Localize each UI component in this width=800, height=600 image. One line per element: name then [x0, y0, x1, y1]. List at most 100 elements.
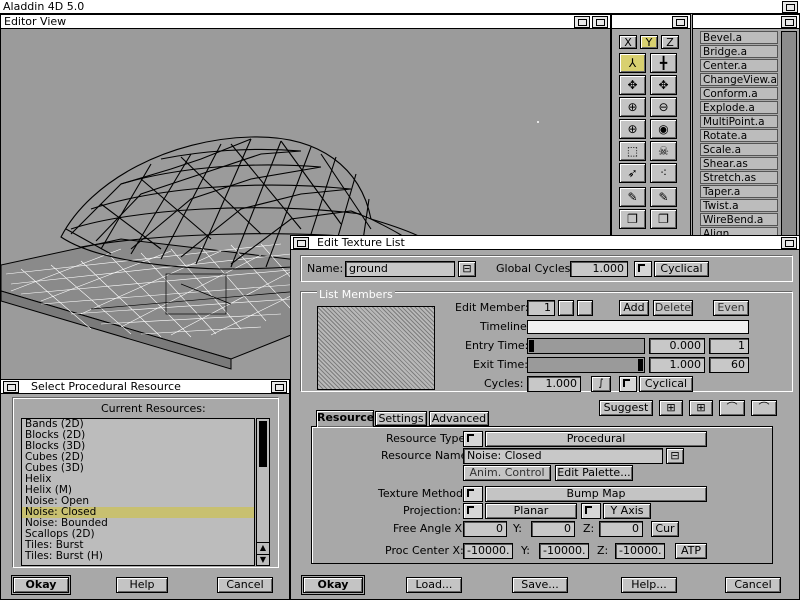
tool-palette-close-icon[interactable] — [672, 15, 688, 28]
procedural-okay-button[interactable]: Okay — [11, 575, 71, 595]
texture-close-icon[interactable] — [781, 236, 797, 249]
cur-button[interactable]: Cur — [651, 521, 679, 537]
texture-okay-button[interactable]: Okay — [301, 575, 365, 595]
modifier-list-close-icon[interactable] — [781, 15, 797, 28]
align-left-icon[interactable]: ⊞ — [659, 400, 683, 416]
modifier-item[interactable]: Stretch.as — [700, 171, 778, 184]
modifier-item[interactable]: Shear.as — [700, 157, 778, 170]
move-all-icon[interactable]: ✥ — [650, 75, 677, 95]
global-cycles-field[interactable]: 1.000 — [570, 261, 628, 277]
zoom-out-icon[interactable]: ⊖ — [650, 97, 677, 117]
edit-member-field[interactable]: 1 — [527, 300, 555, 316]
proc-center-x-field[interactable]: -10000. — [463, 543, 513, 559]
name-folder-icon[interactable]: ⊟ — [458, 261, 476, 277]
member-prev-button[interactable] — [558, 300, 574, 316]
procedural-menu-icon[interactable] — [3, 380, 19, 393]
pen-alt-icon[interactable]: ✎ — [650, 187, 677, 207]
modifier-item[interactable]: WireBend.a — [700, 213, 778, 226]
resource-type-select[interactable]: Procedural — [485, 431, 707, 447]
curve-icon[interactable]: ∫ — [591, 376, 611, 392]
delete-tool-icon[interactable]: ☠ — [650, 141, 677, 161]
tab-settings[interactable]: Settings — [375, 411, 427, 426]
modifier-item[interactable]: Explode.a — [700, 101, 778, 114]
rotate-right-icon[interactable]: ⌒ — [751, 400, 777, 416]
texture-load-button[interactable]: Load... — [406, 577, 462, 593]
resource-type-cycle-icon[interactable] — [463, 431, 483, 447]
pen-icon[interactable]: ✎ — [619, 187, 646, 207]
modifier-item[interactable]: Bridge.a — [700, 45, 778, 58]
resource-name-field[interactable]: Noise: Closed — [463, 448, 663, 464]
free-angle-y-field[interactable]: 0 — [531, 521, 575, 537]
timeline-bar[interactable] — [527, 320, 749, 334]
procedural-help-button[interactable]: Help — [116, 577, 168, 593]
eye-icon[interactable]: ◉ — [650, 119, 677, 139]
modifier-item[interactable]: MultiPoint.a — [700, 115, 778, 128]
proc-center-z-field[interactable]: -10000. — [615, 543, 665, 559]
even-button[interactable]: Even — [713, 300, 749, 316]
scroll-up-icon[interactable]: ▲ — [257, 542, 269, 553]
modifier-item[interactable]: Scale.a — [700, 143, 778, 156]
resource-list-scrollbar[interactable]: ▲ ▼ — [256, 418, 270, 566]
zoom-fit-icon[interactable]: ⊕ — [619, 119, 646, 139]
axis-tool-icon[interactable]: ⅄ — [619, 53, 646, 73]
texture-save-button[interactable]: Save... — [512, 577, 568, 593]
modifier-item[interactable]: Twist.a — [700, 199, 778, 212]
crosshair-icon[interactable]: ╋ — [650, 53, 677, 73]
exit-time-slider[interactable] — [527, 357, 645, 373]
texture-method-cycle-icon[interactable] — [463, 486, 483, 502]
cyclical-cycle-icon[interactable] — [634, 261, 652, 277]
align-right-icon[interactable]: ⊞ — [689, 400, 713, 416]
editor-resize-icon[interactable] — [574, 15, 590, 28]
modifier-item[interactable]: ChangeView.a — [700, 73, 778, 86]
scroll-down-icon[interactable]: ▼ — [257, 554, 269, 565]
texture-help-button[interactable]: Help... — [621, 577, 677, 593]
axis-y-button[interactable]: Y — [640, 35, 658, 49]
texture-cancel-button[interactable]: Cancel — [725, 577, 781, 593]
axis-z-button[interactable]: Z — [661, 35, 679, 49]
resource-list[interactable]: Bands (2D) Blocks (2D) Blocks (3D) Cubes (2… — [21, 418, 255, 566]
zoom-in-icon[interactable]: ⊕ — [619, 97, 646, 117]
select-box-icon[interactable]: ⬚ — [619, 141, 646, 161]
axis-x-button[interactable]: X — [619, 35, 637, 49]
edit-palette-button[interactable]: Edit Palette... — [555, 465, 633, 481]
modifier-item[interactable]: Conform.a — [700, 87, 778, 100]
move-icon[interactable]: ✥ — [619, 75, 646, 95]
axis-cycle-icon[interactable] — [581, 503, 601, 519]
entry-time-field[interactable]: 0.000 — [649, 338, 705, 354]
cycles-mode-select[interactable]: Cyclical — [639, 376, 693, 392]
member-next-button[interactable] — [577, 300, 593, 316]
modifier-item[interactable]: Rotate.a — [700, 129, 778, 142]
tab-advanced[interactable]: Advanced — [429, 411, 489, 426]
app-window-icon[interactable] — [782, 0, 798, 13]
cycles-cycle-icon[interactable] — [619, 376, 637, 392]
projection-axis-select[interactable]: Y Axis — [603, 503, 651, 519]
modifier-item[interactable]: Bevel.a — [700, 31, 778, 44]
atp-button[interactable]: ATP — [675, 543, 707, 559]
free-angle-z-field[interactable]: 0 — [599, 521, 643, 537]
resource-list-item[interactable]: Cubes (3D) — [22, 463, 254, 474]
cycles-field[interactable]: 1.000 — [527, 376, 581, 392]
rotate-left-icon[interactable]: ⌒ — [719, 400, 745, 416]
delete-member-button[interactable]: Delete — [653, 300, 693, 316]
modifier-item[interactable]: Center.a — [700, 59, 778, 72]
exit-frame-field[interactable]: 60 — [709, 357, 749, 373]
exit-time-field[interactable]: 1.000 — [649, 357, 705, 373]
name-field[interactable]: ground — [345, 261, 455, 277]
copy-alt-icon[interactable]: ❐ — [650, 209, 677, 229]
projection-select[interactable]: Planar — [485, 503, 577, 519]
free-angle-x-field[interactable]: 0 — [463, 521, 507, 537]
modifier-item[interactable]: Taper.a — [700, 185, 778, 198]
texture-menu-icon[interactable] — [293, 236, 309, 249]
global-cyclical-select[interactable]: Cyclical — [654, 261, 709, 277]
suggest-button[interactable]: Suggest — [599, 400, 653, 416]
points-icon[interactable]: ⁖ — [650, 163, 677, 183]
texture-method-select[interactable]: Bump Map — [485, 486, 707, 502]
entry-time-slider[interactable] — [527, 338, 645, 354]
modifier-scrollbar[interactable] — [781, 31, 797, 243]
entry-frame-field[interactable]: 1 — [709, 338, 749, 354]
editor-close-icon[interactable] — [592, 15, 608, 28]
procedural-cancel-button[interactable]: Cancel — [217, 577, 273, 593]
proc-center-y-field[interactable]: -10000. — [539, 543, 589, 559]
projection-cycle-icon[interactable] — [463, 503, 483, 519]
feather-icon[interactable]: ➶ — [619, 163, 646, 183]
